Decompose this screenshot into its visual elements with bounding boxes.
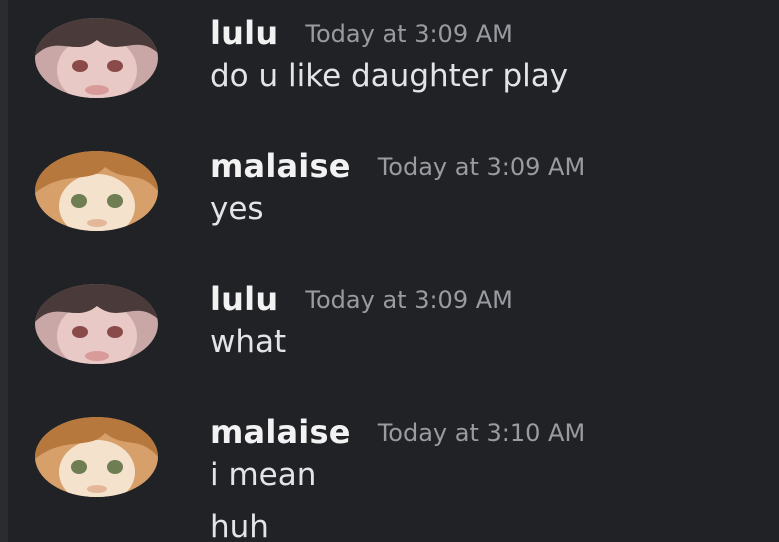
username[interactable]: malaise bbox=[210, 413, 351, 451]
avatar-malaise[interactable] bbox=[35, 417, 158, 497]
chat-message: malaise Today at 3:10 AM i mean huh bbox=[8, 399, 779, 542]
message-text: what bbox=[210, 324, 287, 360]
left-edge-divider bbox=[0, 0, 8, 542]
message-header: malaise Today at 3:09 AM bbox=[210, 147, 585, 185]
message-text: yes bbox=[210, 191, 264, 227]
message-header: lulu Today at 3:09 AM bbox=[210, 280, 513, 318]
chat-message: lulu Today at 3:09 AM what bbox=[8, 266, 779, 386]
message-header: lulu Today at 3:09 AM bbox=[210, 14, 513, 52]
chat-message-list[interactable]: lulu Today at 3:09 AM do u like daughter… bbox=[8, 0, 779, 542]
message-text: huh bbox=[210, 509, 269, 542]
message-header: malaise Today at 3:10 AM bbox=[210, 413, 585, 451]
message-text: do u like daughter play bbox=[210, 58, 569, 94]
timestamp[interactable]: Today at 3:10 AM bbox=[378, 419, 585, 447]
username[interactable]: malaise bbox=[210, 147, 351, 185]
timestamp[interactable]: Today at 3:09 AM bbox=[378, 153, 585, 181]
username[interactable]: lulu bbox=[210, 14, 278, 52]
avatar-malaise[interactable] bbox=[35, 151, 158, 231]
timestamp[interactable]: Today at 3:09 AM bbox=[305, 286, 512, 314]
avatar-lulu[interactable] bbox=[35, 284, 158, 364]
message-text: i mean bbox=[210, 457, 317, 493]
avatar-lulu[interactable] bbox=[35, 18, 158, 98]
username[interactable]: lulu bbox=[210, 280, 278, 318]
chat-message: lulu Today at 3:09 AM do u like daughter… bbox=[8, 0, 779, 120]
chat-message: malaise Today at 3:09 AM yes bbox=[8, 133, 779, 253]
timestamp[interactable]: Today at 3:09 AM bbox=[305, 20, 512, 48]
